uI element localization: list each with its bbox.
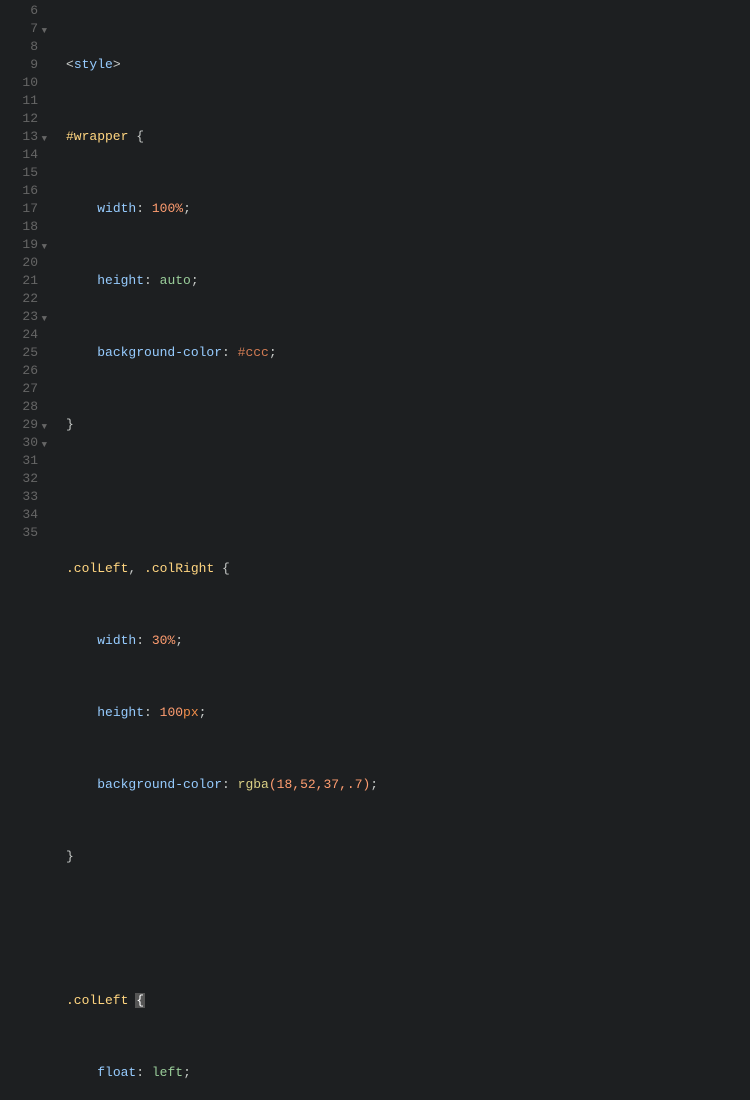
line-number: 20 xyxy=(0,254,38,272)
code-line: float: left; xyxy=(66,1064,378,1082)
line-number: 12 xyxy=(0,110,38,128)
line-number: 11 xyxy=(0,92,38,110)
code-line: .colLeft { xyxy=(66,992,378,1010)
line-number: 34 xyxy=(0,506,38,524)
line-number: 10 xyxy=(0,74,38,92)
code-line: width: 30%; xyxy=(66,632,378,650)
code-line: background-color: rgba(18,52,37,.7); xyxy=(66,776,378,794)
line-number: 35 xyxy=(0,524,38,542)
line-number: 18 xyxy=(0,218,38,236)
code-line: <style> xyxy=(66,56,378,74)
code-line: height: 100px; xyxy=(66,704,378,722)
line-number: 27 xyxy=(0,380,38,398)
line-number: 8 xyxy=(0,38,38,56)
code-line: } xyxy=(66,416,378,434)
line-number: 19 xyxy=(0,236,38,254)
line-number: 31 xyxy=(0,452,38,470)
code-line: background-color: #ccc; xyxy=(66,344,378,362)
line-number: 26 xyxy=(0,362,38,380)
line-number: 17 xyxy=(0,200,38,218)
matched-brace: { xyxy=(135,993,145,1008)
line-number: 22 xyxy=(0,290,38,308)
line-number: 15 xyxy=(0,164,38,182)
line-number: 28 xyxy=(0,398,38,416)
line-number: 32 xyxy=(0,470,38,488)
line-number: 25 xyxy=(0,344,38,362)
gutter: 6789101112131415161718192021222324252627… xyxy=(0,0,48,550)
line-number: 30 xyxy=(0,434,38,452)
line-number: 23 xyxy=(0,308,38,326)
line-number: 13 xyxy=(0,128,38,146)
code-line: .colLeft, .colRight { xyxy=(66,560,378,578)
code-line xyxy=(66,488,378,506)
code-line: width: 100%; xyxy=(66,200,378,218)
line-number: 24 xyxy=(0,326,38,344)
line-number: 14 xyxy=(0,146,38,164)
line-number: 33 xyxy=(0,488,38,506)
line-number: 6 xyxy=(0,2,38,20)
code-area[interactable]: <style> #wrapper { width: 100%; height: … xyxy=(48,0,378,550)
code-editor[interactable]: 6789101112131415161718192021222324252627… xyxy=(0,0,750,550)
line-number: 9 xyxy=(0,56,38,74)
code-line: height: auto; xyxy=(66,272,378,290)
line-number: 21 xyxy=(0,272,38,290)
line-number: 16 xyxy=(0,182,38,200)
line-number: 7 xyxy=(0,20,38,38)
code-line: } xyxy=(66,848,378,866)
line-number: 29 xyxy=(0,416,38,434)
code-line: #wrapper { xyxy=(66,128,378,146)
code-line xyxy=(66,920,378,938)
